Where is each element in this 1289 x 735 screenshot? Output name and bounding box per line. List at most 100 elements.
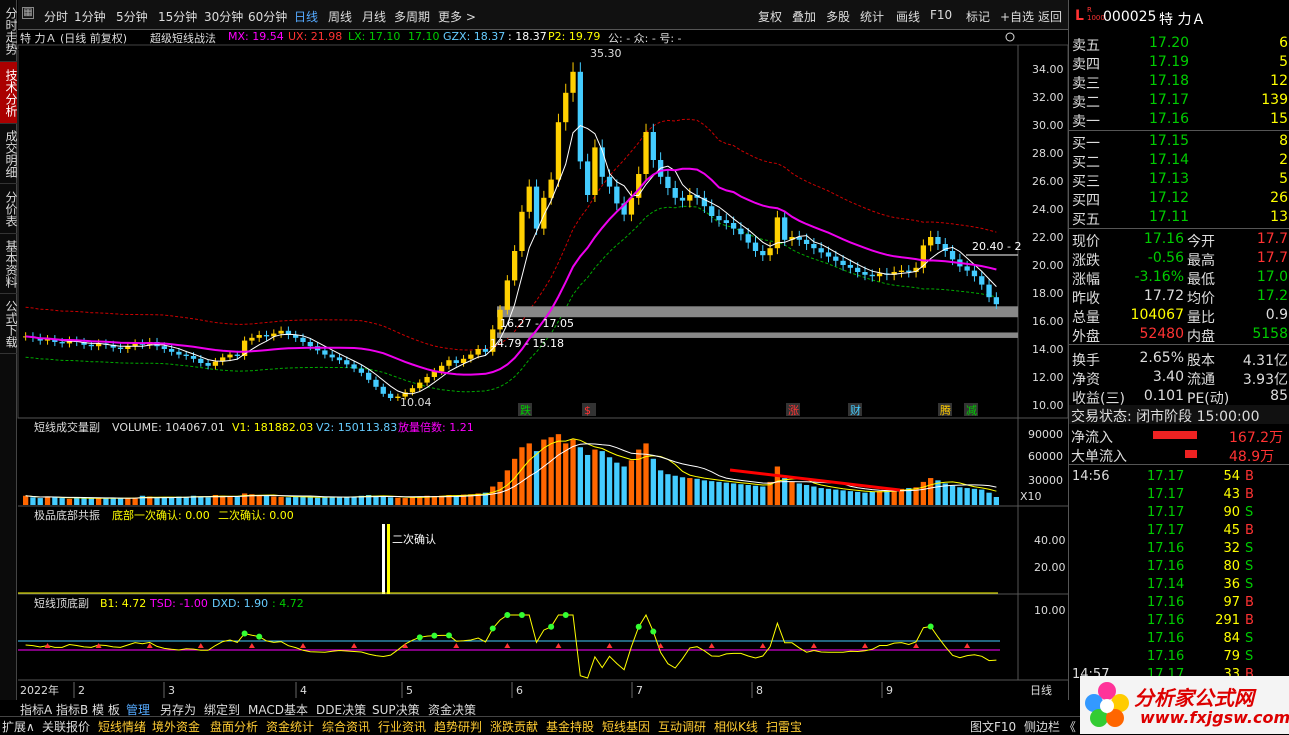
candle bbox=[373, 379, 379, 387]
bottom-menu-15[interactable]: 图文F10 bbox=[970, 718, 1016, 735]
price-axis-label: 12.00 bbox=[1032, 371, 1064, 384]
settings-circle-icon[interactable] bbox=[1005, 32, 1015, 42]
price-axis-label: 16.00 bbox=[1032, 315, 1064, 328]
candle bbox=[344, 360, 350, 365]
bottom-menu-7[interactable]: 行业资讯 bbox=[378, 718, 426, 735]
x-axis-year: 2022年 bbox=[20, 683, 59, 697]
candle bbox=[512, 251, 518, 281]
candle bbox=[767, 248, 773, 256]
logo-url: www.fxjgsw.com bbox=[1140, 708, 1289, 727]
tick-row: 17.17 43 B bbox=[1069, 486, 1289, 504]
candle bbox=[307, 342, 313, 347]
stat-value-2: 85 bbox=[1270, 388, 1288, 404]
volume-bar bbox=[183, 496, 189, 505]
ask-row-2: 卖三 17.18 12 bbox=[1069, 72, 1289, 92]
stat-value: 17.16 bbox=[1143, 231, 1184, 247]
volume-bar bbox=[928, 478, 934, 505]
stat-label-2: 流通 bbox=[1187, 372, 1215, 388]
right-tag-annotation: 20.40 - 2 bbox=[972, 240, 1021, 253]
stat-label: 涨跌 bbox=[1072, 253, 1100, 269]
bottom-menu-6[interactable]: 综合资讯 bbox=[322, 718, 370, 735]
bid-vol: 13 bbox=[1270, 209, 1288, 225]
bottom-menu-9[interactable]: 涨跌贡献 bbox=[490, 718, 538, 735]
candle bbox=[234, 354, 240, 356]
candle bbox=[679, 197, 686, 201]
volume-bar bbox=[738, 484, 744, 505]
volume-bar bbox=[730, 483, 737, 505]
volume-bar bbox=[88, 498, 94, 505]
volume-bar bbox=[512, 458, 518, 505]
candle bbox=[723, 220, 729, 223]
candle bbox=[687, 195, 693, 201]
volume-bar bbox=[949, 485, 956, 505]
up-arrow-icon bbox=[708, 643, 715, 648]
candle bbox=[183, 354, 189, 356]
bottom-menu-12[interactable]: 互动调研 bbox=[658, 718, 706, 735]
tick-row: 17.16 80 S bbox=[1069, 558, 1289, 576]
bottom-menu-1[interactable]: 关联报价 bbox=[42, 718, 90, 735]
top-signal-dot bbox=[518, 612, 525, 618]
volume-bar bbox=[957, 487, 963, 505]
tick-price: 17.16 bbox=[1147, 541, 1185, 556]
stat-label-2: 内盘 bbox=[1187, 329, 1215, 345]
candle bbox=[263, 335, 270, 337]
tick-vol: 97 bbox=[1223, 595, 1240, 610]
bottom-menu-10[interactable]: 基金持股 bbox=[546, 718, 594, 735]
candle bbox=[606, 176, 613, 187]
tick-row: 17.17 45 B bbox=[1069, 522, 1289, 540]
candle bbox=[249, 337, 255, 341]
volume-bar bbox=[125, 498, 131, 505]
volume-bar bbox=[636, 449, 642, 505]
bid-row-2: 买三 17.13 5 bbox=[1069, 170, 1289, 190]
big-inflow-row: 大单流入 48.9万 bbox=[1069, 445, 1289, 465]
bottom-menu-4[interactable]: 盘面分析 bbox=[210, 718, 258, 735]
bottom-menu-16[interactable]: 侧边栏 《 bbox=[1024, 718, 1076, 735]
price-axis-label: 28.00 bbox=[1032, 147, 1064, 160]
tick-side: S bbox=[1245, 559, 1254, 574]
bottom-menu-8[interactable]: 趋势研判 bbox=[434, 718, 482, 735]
up-arrow-icon bbox=[964, 643, 971, 648]
bottom-menu-13[interactable]: 相似K线 bbox=[714, 718, 758, 735]
volume-bar bbox=[745, 484, 751, 505]
volume-bar bbox=[52, 497, 58, 505]
candle bbox=[906, 270, 912, 272]
ask-row-1: 卖四 17.19 5 bbox=[1069, 53, 1289, 73]
up-arrow-icon bbox=[759, 643, 766, 648]
volume-bar bbox=[555, 434, 562, 505]
stat-value: 104067 bbox=[1130, 307, 1184, 323]
candle bbox=[541, 197, 547, 229]
oscillator-line bbox=[25, 613, 997, 679]
volume-bar bbox=[840, 490, 846, 505]
bid-price: 17.12 bbox=[1149, 190, 1190, 206]
volume-bar bbox=[329, 496, 335, 505]
candle bbox=[409, 388, 416, 393]
bottom-menu-0[interactable]: 扩展∧ bbox=[2, 718, 35, 735]
bottom-menu-3[interactable]: 境外资金 bbox=[152, 718, 200, 735]
candle bbox=[782, 217, 788, 240]
bottom-menu-14[interactable]: 扫雷宝 bbox=[766, 718, 802, 735]
bottom-menu-2[interactable]: 短线情绪 bbox=[98, 718, 146, 735]
candle bbox=[745, 234, 751, 243]
lower-band-line bbox=[25, 205, 997, 393]
stat-label-2: 量比 bbox=[1187, 310, 1215, 326]
tick-price: 17.17 bbox=[1147, 469, 1185, 484]
volume-bar bbox=[592, 449, 598, 505]
x-axis-month: 2 bbox=[78, 684, 85, 697]
candle bbox=[460, 358, 467, 363]
bottom-menu-11[interactable]: 短线基因 bbox=[602, 718, 650, 735]
ask-row-0: 卖五 17.20 6 bbox=[1069, 34, 1289, 54]
volume-bar bbox=[336, 496, 343, 505]
volume-bar bbox=[621, 466, 627, 505]
up-arrow-icon bbox=[453, 643, 460, 648]
candle bbox=[351, 364, 357, 369]
top-signal-dot bbox=[256, 633, 263, 640]
chart-area[interactable]: 34.00 32.00 30.00 28.00 26.00 24.00 22.00 20.00… bbox=[0, 0, 1068, 700]
candle bbox=[533, 186, 540, 229]
candle bbox=[730, 223, 737, 229]
stock-code: 000025 bbox=[1103, 9, 1157, 25]
ask-vol: 12 bbox=[1270, 73, 1288, 89]
bottom-menu-5[interactable]: 资金统计 bbox=[266, 718, 314, 735]
x-axis-month: 6 bbox=[516, 684, 523, 697]
signal-label: 腾 bbox=[940, 403, 951, 417]
signal-label: 财 bbox=[850, 403, 861, 417]
